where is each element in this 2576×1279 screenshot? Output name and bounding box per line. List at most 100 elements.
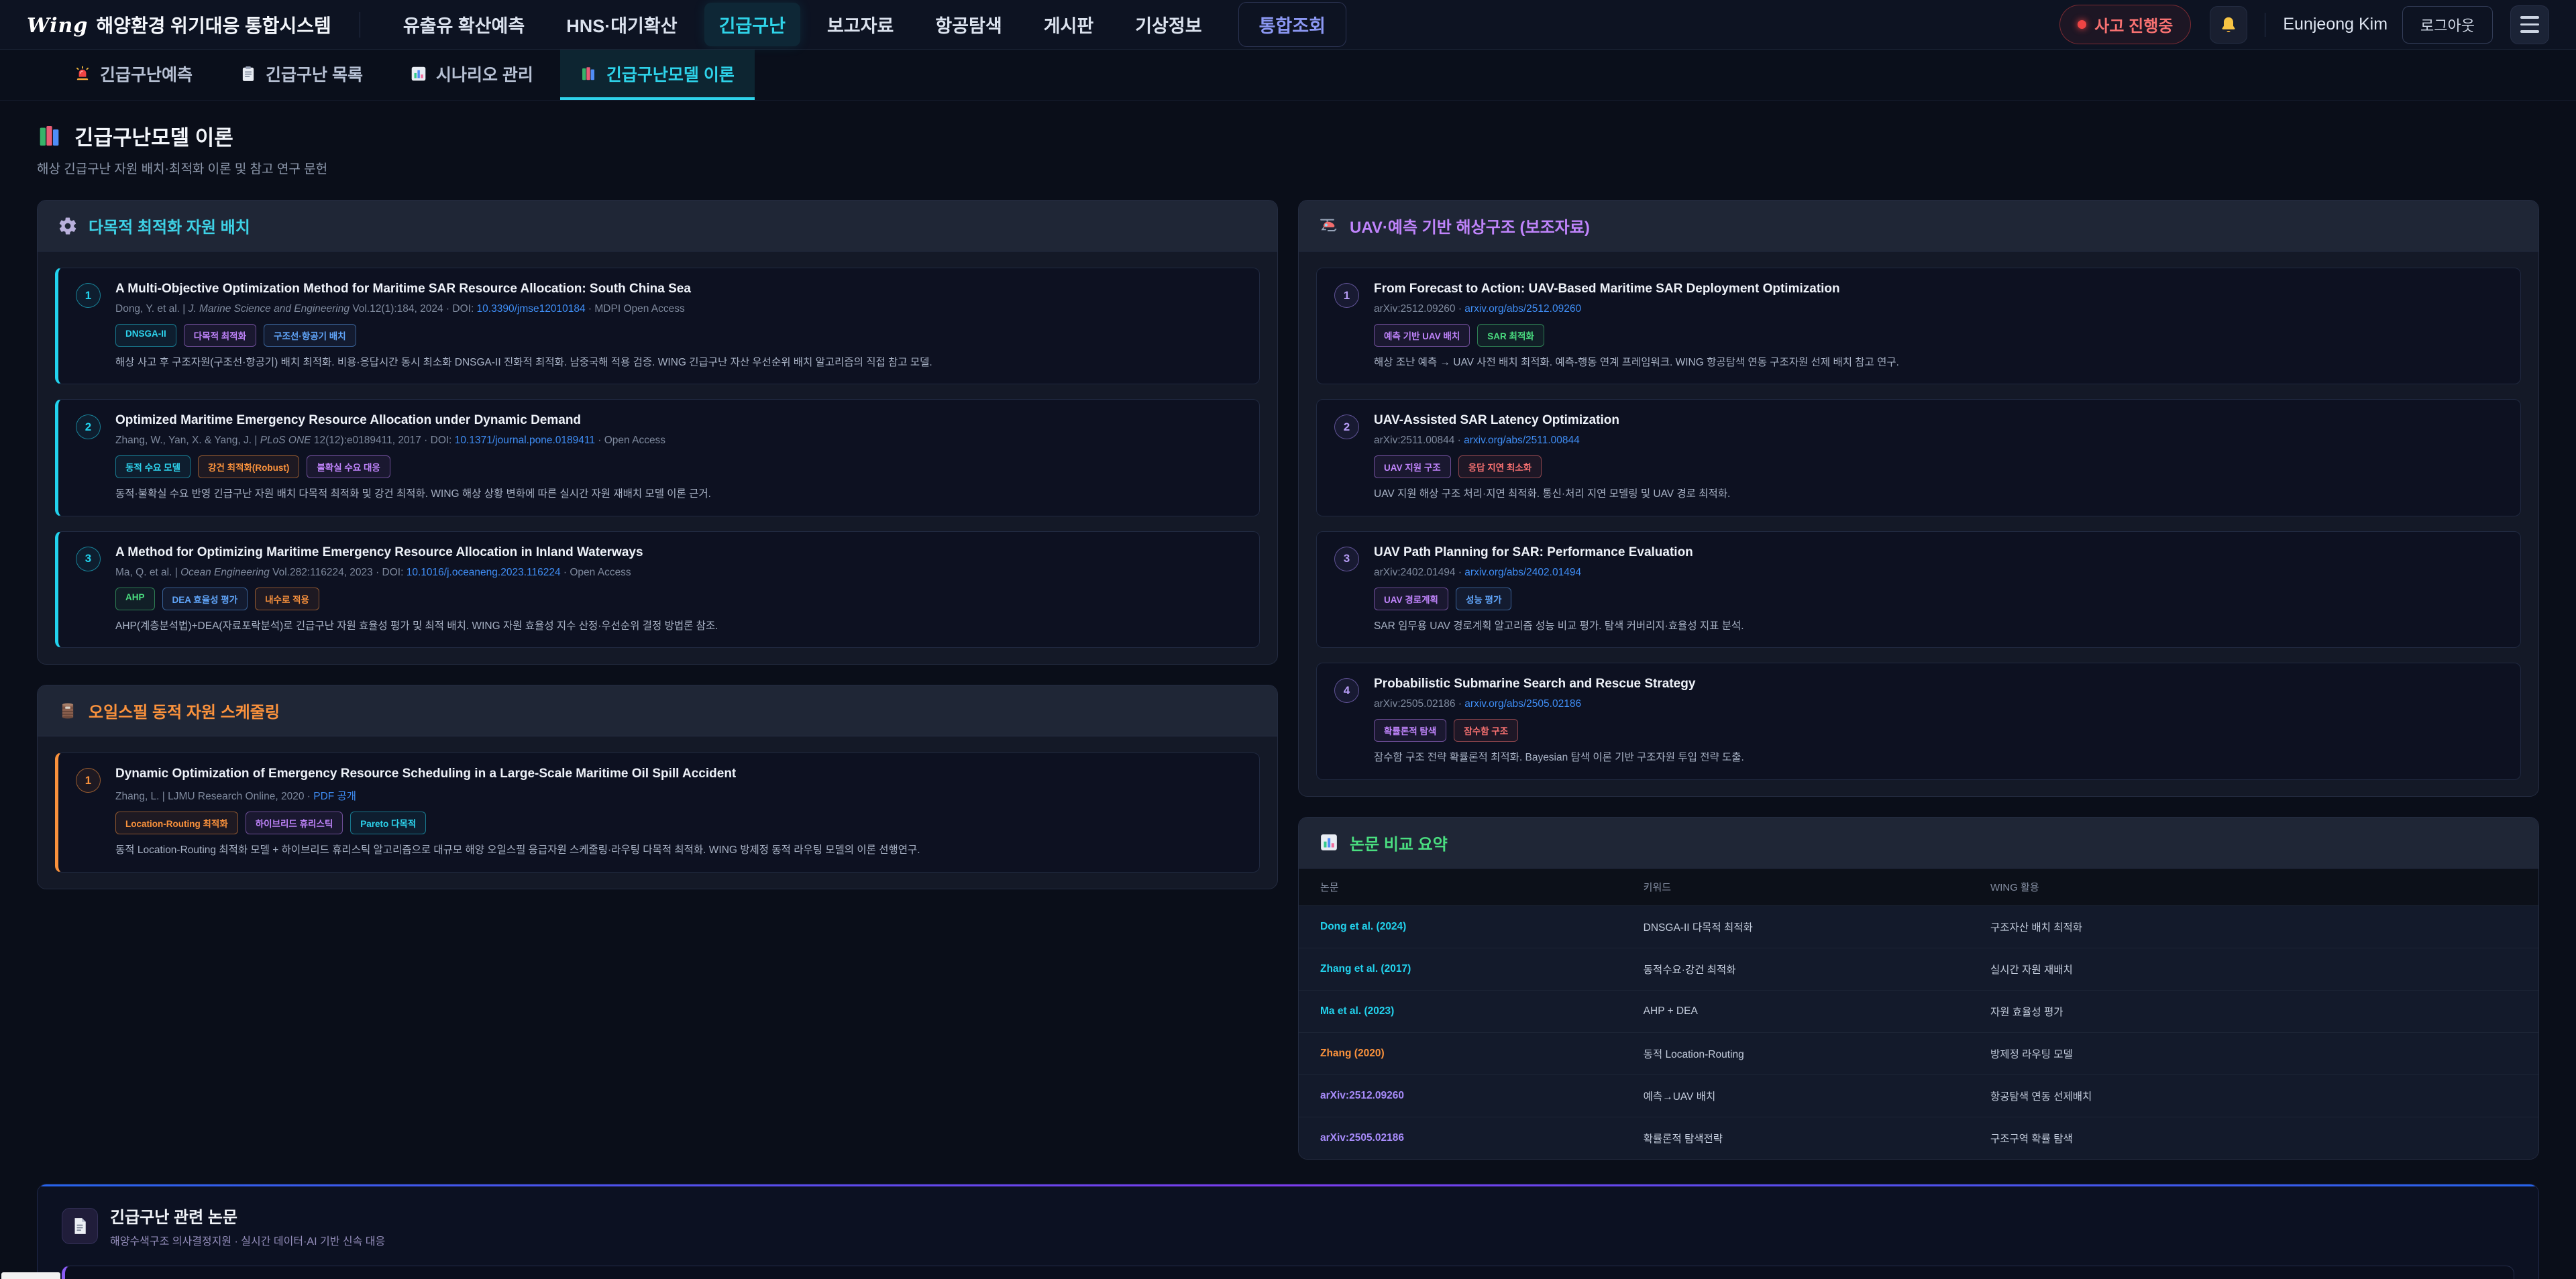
paper-meta-link[interactable]: 10.1016/j.oceaneng.2023.116224 (407, 567, 561, 578)
comparison-table-row: Ma et al. (2023) AHP + DEA 자원 효율성 평가 (1299, 991, 2538, 1033)
related-papers-section: 긴급구난 관련 논문 해양수색구조 의사결정지원 · 실시간 데이터·AI 기반… (37, 1184, 2539, 1279)
comparison-keyword: DNSGA-II 다목적 최적화 (1644, 920, 1990, 934)
main-content: 긴급구난모델 이론 해상 긴급구난 자원 배치·최적화 이론 및 참고 연구 문… (0, 101, 2576, 1160)
comparison-wing-usage: 구조구역 확률 탐색 (1990, 1131, 2517, 1146)
nav-item-aerial-search[interactable]: 항공탐색 (920, 3, 1016, 46)
paper-meta-segment: · Open Access (598, 435, 665, 446)
comparison-table: 논문 키워드 WING 활용 Dong et al. (2024) DNSGA-… (1299, 869, 2538, 1159)
paper-meta-link[interactable]: 10.3390/jmse12010184 (477, 303, 586, 315)
tab-label: 긴급구난 목록 (266, 62, 363, 86)
paper-meta: arXiv:2402.01494 · arxiv.org/abs/2402.01… (1374, 567, 1744, 579)
app-header: Wing 해양환경 위기대응 통합시스템 유출유 확산예측 HNS·대기확산 긴… (0, 0, 2576, 50)
paper-meta-segment: · Open Access (564, 567, 631, 578)
paper-meta-link[interactable]: arxiv.org/abs/2511.00844 (1464, 435, 1580, 446)
right-column: UAV·예측 기반 해상구조 (보조자료) 1 From Forecast to… (1298, 200, 2539, 1160)
page-title-row: 긴급구난모델 이론 (37, 121, 2539, 151)
notifications-button[interactable] (2210, 6, 2247, 44)
hamburger-menu-button[interactable] (2510, 5, 2549, 44)
paper-tag: 하이브리드 휴리스틱 (246, 812, 343, 834)
paper-meta: Zhang, W., Yan, X. & Yang, J. | PLoS ONE… (115, 435, 711, 447)
card-uav: UAV·예측 기반 해상구조 (보조자료) 1 From Forecast to… (1298, 200, 2539, 797)
paper-meta: arXiv:2511.00844 · arxiv.org/abs/2511.00… (1374, 435, 1730, 447)
paper-item: 1 From Forecast to Action: UAV-Based Mar… (1316, 268, 2521, 384)
card-header-oil-spill: 오일스필 동적 자원 스케줄링 (38, 685, 1277, 736)
nav-item-weather[interactable]: 기상정보 (1120, 3, 1216, 46)
related-paper-card: 수색구조 의사결정지원 2025 지능형 해양수색구조 의사결정지원시스템: 신… (62, 1266, 2514, 1279)
paper-meta-link[interactable]: arxiv.org/abs/2505.02186 (1464, 698, 1581, 710)
nav-item-board[interactable]: 게시판 (1029, 3, 1109, 46)
paper-item: 2 Optimized Maritime Emergency Resource … (55, 399, 1260, 516)
paper-number-badge: 3 (76, 547, 101, 571)
related-section-subtitle: 해양수색구조 의사결정지원 · 실시간 데이터·AI 기반 신속 대응 (110, 1232, 385, 1248)
bar-chart-icon (1319, 832, 1339, 852)
paper-tags: UAV 경로계획 성능 평가 (1374, 588, 1744, 610)
bell-icon (2218, 15, 2239, 35)
comparison-paper-link[interactable]: arXiv:2512.09260 (1320, 1090, 1644, 1102)
left-column: 다목적 최적화 자원 배치 1 A Multi-Objective Optimi… (37, 200, 1278, 889)
paper-item: 2 UAV-Assisted SAR Latency Optimization … (1316, 399, 2521, 516)
paper-title: A Method for Optimizing Maritime Emergen… (115, 545, 718, 560)
card-header-uav: UAV·예측 기반 해상구조 (보조자료) (1299, 201, 2538, 252)
paper-tag: AHP (115, 588, 155, 610)
comparison-keyword: AHP + DEA (1644, 1005, 1990, 1017)
scrollbar-artifact[interactable] (1, 1272, 60, 1279)
nav-item-reports[interactable]: 보고자료 (812, 3, 908, 46)
comparison-table-rows: Dong et al. (2024) DNSGA-II 다목적 최적화 구조자산… (1299, 906, 2538, 1159)
paper-number-badge: 4 (1334, 678, 1359, 703)
paper-meta: arXiv:2505.02186 · arxiv.org/abs/2505.02… (1374, 698, 1744, 710)
paper-tag: DNSGA-II (115, 324, 176, 347)
tab-rescue-list[interactable]: 긴급구난 목록 (219, 50, 383, 100)
paper-description: 잠수함 구조 전략 확률론적 최적화. Bayesian 탐색 이론 기반 구조… (1374, 750, 1744, 765)
paper-title: From Forecast to Action: UAV-Based Marit… (1374, 282, 1899, 296)
user-name: Eunjeong Kim (2283, 15, 2387, 34)
paper-meta-link[interactable]: PDF 공개 (313, 791, 356, 802)
paper-meta-link[interactable]: arxiv.org/abs/2402.01494 (1464, 567, 1581, 578)
nav-item-emergency-rescue[interactable]: 긴급구난 (704, 3, 800, 46)
paper-tag: 확률론적 탐색 (1374, 719, 1446, 742)
paper-number-badge: 1 (76, 283, 101, 308)
comparison-paper-link[interactable]: Ma et al. (2023) (1320, 1005, 1644, 1017)
related-section-title: 긴급구난 관련 논문 (110, 1204, 385, 1227)
brand-wordmark: Wing (27, 14, 88, 38)
card-title: 오일스필 동적 자원 스케줄링 (89, 699, 280, 722)
nav-item-oil-spill[interactable]: 유출유 확산예측 (388, 3, 539, 46)
tab-rescue-model-theory[interactable]: 긴급구난모델 이론 (560, 50, 755, 100)
tab-scenario-management[interactable]: 시나리오 관리 (390, 50, 553, 100)
comparison-wing-usage: 실시간 자원 재배치 (1990, 962, 2517, 977)
incident-status-badge: 사고 진행중 (2059, 5, 2191, 44)
logout-button[interactable]: 로그아웃 (2402, 6, 2493, 44)
paper-number-badge: 2 (1334, 414, 1359, 439)
card-oil-spill: 오일스필 동적 자원 스케줄링 1 Dynamic Optimization o… (37, 685, 1278, 889)
nav-item-integrated-search[interactable]: 통합조회 (1238, 2, 1346, 47)
card-body: 1 From Forecast to Action: UAV-Based Mar… (1299, 252, 2538, 796)
comparison-paper-link[interactable]: Dong et al. (2024) (1320, 921, 1644, 933)
paper-meta-segment: Ma, Q. et al. | (115, 567, 180, 578)
paper-meta-link[interactable]: 10.1371/journal.pone.0189411 (455, 435, 595, 446)
hamburger-icon (2520, 16, 2539, 19)
comparison-wing-usage: 항공탐색 연동 선제배치 (1990, 1089, 2517, 1103)
comparison-paper-link[interactable]: Zhang (2020) (1320, 1048, 1644, 1060)
comparison-table-row: Zhang (2020) 동적 Location-Routing 방제정 라우팅… (1299, 1033, 2538, 1075)
related-papers-list: 수색구조 의사결정지원 2025 지능형 해양수색구조 의사결정지원시스템: 신… (62, 1266, 2514, 1279)
paper-meta-link[interactable]: arxiv.org/abs/2512.09260 (1464, 303, 1581, 315)
paper-meta-segment: arXiv:2402.01494 · (1374, 567, 1464, 578)
content-columns: 다목적 최적화 자원 배치 1 A Multi-Objective Optimi… (37, 200, 2539, 1160)
paper-tag: 동적 수요 모델 (115, 455, 191, 478)
card-header-multi-objective: 다목적 최적화 자원 배치 (38, 201, 1277, 252)
comparison-paper-link[interactable]: Zhang et al. (2017) (1320, 963, 1644, 975)
document-icon (62, 1208, 98, 1244)
comparison-paper-link[interactable]: arXiv:2505.02186 (1320, 1132, 1644, 1144)
paper-item: 3 UAV Path Planning for SAR: Performance… (1316, 531, 2521, 648)
paper-tag: 예측 기반 UAV 배치 (1374, 324, 1470, 347)
nav-item-hns[interactable]: HNS·대기확산 (551, 3, 692, 46)
paper-meta-segment: arXiv:2505.02186 · (1374, 698, 1464, 710)
paper-meta-segment: PLoS ONE (260, 435, 311, 446)
paper-meta: Ma, Q. et al. | Ocean Engineering Vol.28… (115, 567, 718, 579)
page-title: 긴급구난모델 이론 (74, 121, 233, 151)
sub-tabbar: 긴급구난예측 긴급구난 목록 시나리오 관리 긴급구난모델 이론 (0, 50, 2576, 101)
paper-description: AHP(계층분석법)+DEA(자료포락분석)로 긴급구난 자원 효율성 평가 및… (115, 619, 718, 634)
comparison-keyword: 확률론적 탐색전략 (1644, 1131, 1990, 1146)
paper-item: 4 Probabilistic Submarine Search and Res… (1316, 663, 2521, 779)
tab-rescue-forecast[interactable]: 긴급구난예측 (54, 50, 213, 100)
paper-title: A Multi-Objective Optimization Method fo… (115, 282, 932, 296)
